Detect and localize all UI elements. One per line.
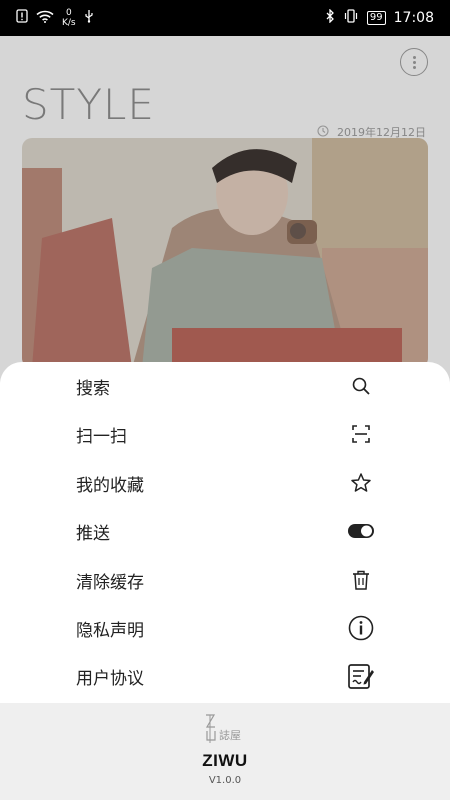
alert-icon [16, 9, 28, 27]
menu-item-privacy[interactable]: 隐私声明 [0, 604, 450, 652]
bottom-sheet-menu: 搜索 扫一扫 我的收藏 推送 清除缓存 隐私声明 用户协议 誌屋 ZIWU V1… [0, 362, 450, 800]
usb-icon [84, 9, 94, 27]
menu-item-label: 用户协议 [76, 668, 144, 689]
menu-item-clear-cache[interactable]: 清除缓存 [0, 556, 450, 604]
net-speed-unit: K/s [62, 18, 76, 28]
menu-item-label: 我的收藏 [76, 475, 144, 496]
trash-icon [346, 565, 376, 595]
menu-item-label: 推送 [76, 523, 110, 544]
vibrate-icon [343, 9, 359, 27]
scan-icon [346, 419, 376, 449]
app-footer: 誌屋 ZIWU V1.0.0 [0, 703, 450, 800]
app-name: ZIWU [202, 751, 248, 770]
battery-indicator: 99 [366, 11, 386, 25]
bluetooth-icon [325, 8, 335, 27]
menu-item-favorites[interactable]: 我的收藏 [0, 459, 450, 507]
app-logo: 誌屋 [204, 713, 246, 745]
menu-item-user-agreement[interactable]: 用户协议 [0, 652, 450, 700]
net-speed-value: 0 [65, 8, 72, 18]
toggle-icon [348, 524, 374, 538]
menu-item-label: 清除缓存 [76, 572, 144, 593]
menu-item-label: 隐私声明 [76, 620, 144, 641]
wifi-icon [36, 10, 54, 27]
menu-item-label: 扫一扫 [76, 426, 127, 447]
svg-text:誌屋: 誌屋 [219, 728, 241, 742]
status-bar: 0 K/s 99 17:08 [0, 0, 450, 36]
push-toggle[interactable] [346, 516, 376, 546]
agreement-icon [346, 661, 376, 691]
status-time: 17:08 [393, 10, 434, 26]
info-icon [346, 613, 376, 643]
app-version: V1.0.0 [208, 775, 242, 786]
network-speed: 0 K/s [62, 8, 76, 28]
menu-item-search[interactable]: 搜索 [0, 362, 450, 410]
menu-item-scan[interactable]: 扫一扫 [0, 410, 450, 458]
menu-item-label: 搜索 [76, 378, 110, 399]
star-icon [346, 468, 376, 498]
search-icon [346, 371, 376, 401]
menu-item-push[interactable]: 推送 [0, 507, 450, 555]
